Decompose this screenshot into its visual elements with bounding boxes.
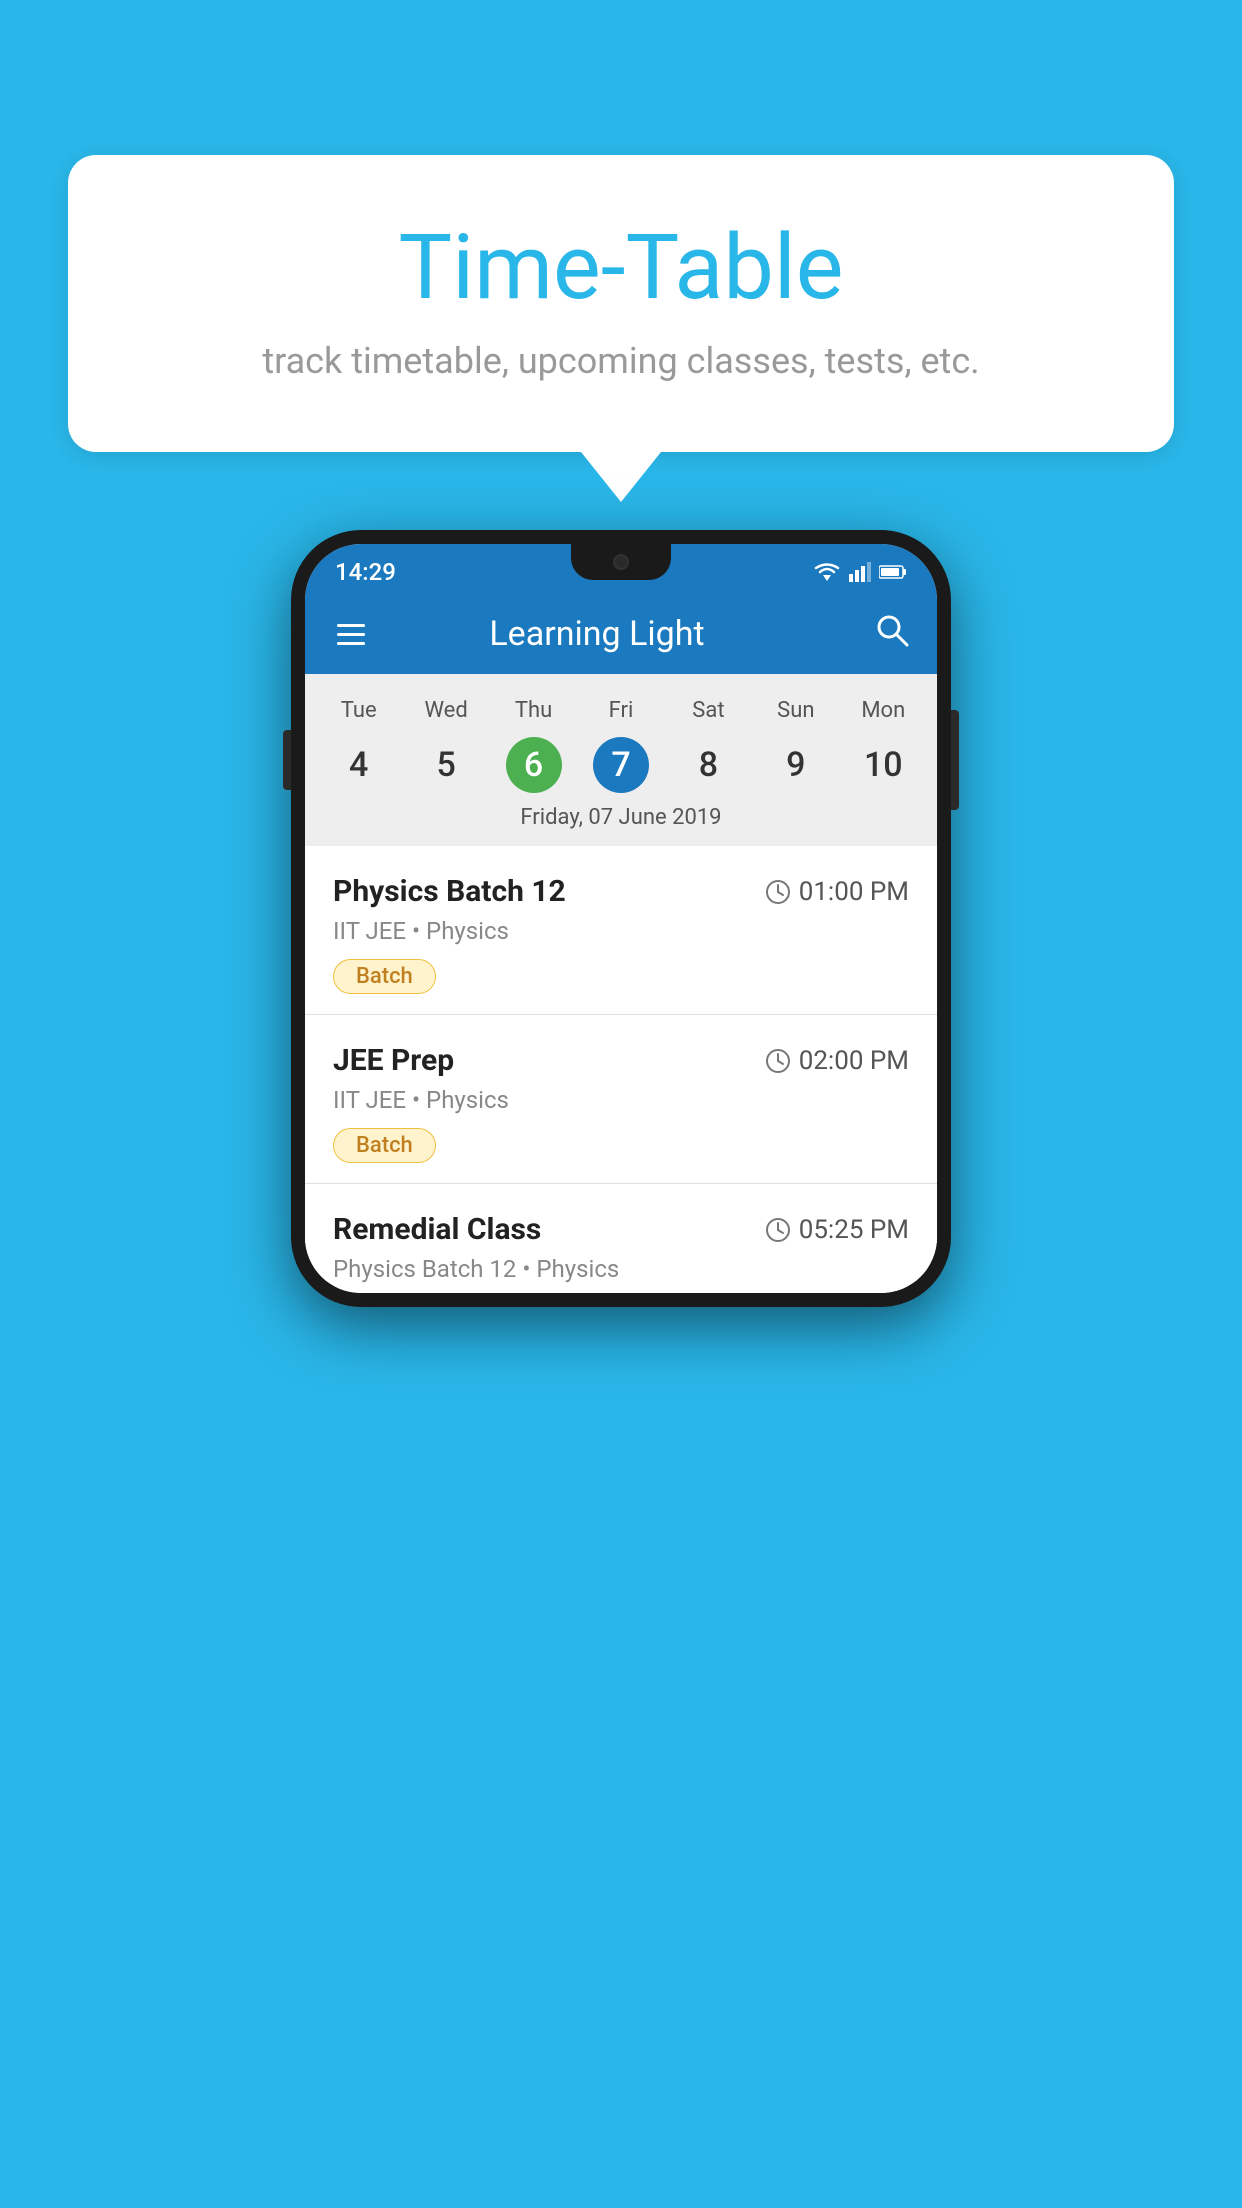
signal-icon <box>849 562 871 582</box>
class-item-remedial[interactable]: Remedial Class 05:25 PM Physics Batch 12… <box>305 1184 937 1293</box>
status-icons <box>813 561 907 583</box>
clock-icon-2 <box>765 1048 791 1074</box>
batch-badge-1: Batch <box>333 959 436 994</box>
class-time-2: 02:00 PM <box>765 1046 909 1076</box>
class-time-1: 01:00 PM <box>765 877 909 907</box>
date-cell-8[interactable]: 8 <box>665 735 752 795</box>
speech-bubble-section: Time-Table track timetable, upcoming cla… <box>68 155 1174 502</box>
speech-bubble-arrow <box>581 452 661 502</box>
class-name-3: Remedial Class <box>333 1212 541 1247</box>
day-label-tue: Tue <box>315 690 402 731</box>
search-icon[interactable] <box>875 613 909 655</box>
class-subject-1: IIT JEE • Physics <box>333 917 909 945</box>
day-label-thu: Thu <box>490 690 577 731</box>
status-time: 14:29 <box>335 558 396 586</box>
day-label-wed: Wed <box>402 690 489 731</box>
day-label-mon: Mon <box>840 690 927 731</box>
clock-icon-3 <box>765 1217 791 1243</box>
phone-screen: 14:29 <box>305 544 937 1293</box>
day-label-fri: Fri <box>577 690 664 731</box>
battery-icon <box>879 564 907 580</box>
app-bar: Learning Light <box>305 594 937 674</box>
calendar-section: Tue Wed Thu Fri Sat Sun Mon 4 5 <box>305 674 937 846</box>
app-title: Learning Light <box>389 614 805 654</box>
batch-badge-2: Batch <box>333 1128 436 1163</box>
clock-icon-1 <box>765 879 791 905</box>
menu-icon[interactable] <box>333 620 369 649</box>
day-label-sat: Sat <box>665 690 752 731</box>
selected-date-label: Friday, 07 June 2019 <box>305 795 937 846</box>
classes-list: Physics Batch 12 01:00 PM IIT JEE • Phys… <box>305 846 937 1293</box>
date-cell-6[interactable]: 6 <box>490 735 577 795</box>
bubble-subtitle: track timetable, upcoming classes, tests… <box>148 340 1094 382</box>
class-item-jee-prep[interactable]: JEE Prep 02:00 PM IIT JEE • Physics Batc… <box>305 1015 937 1184</box>
date-cell-10[interactable]: 10 <box>840 735 927 795</box>
phone-outer-shell: 14:29 <box>291 530 951 1307</box>
phone-camera <box>613 554 629 570</box>
date-cell-5[interactable]: 5 <box>402 735 489 795</box>
date-cell-4[interactable]: 4 <box>315 735 402 795</box>
class-name-1: Physics Batch 12 <box>333 874 566 909</box>
day-label-sun: Sun <box>752 690 839 731</box>
class-time-3: 05:25 PM <box>765 1215 909 1245</box>
phone-notch <box>571 544 671 580</box>
dates-row: 4 5 6 7 8 9 <box>305 735 937 795</box>
class-subject-3: Physics Batch 12 • Physics <box>333 1255 909 1283</box>
date-cell-7[interactable]: 7 <box>577 735 664 795</box>
class-item-physics-batch[interactable]: Physics Batch 12 01:00 PM IIT JEE • Phys… <box>305 846 937 1015</box>
class-subject-2: IIT JEE • Physics <box>333 1086 909 1114</box>
days-header: Tue Wed Thu Fri Sat Sun Mon <box>305 690 937 731</box>
class-name-2: JEE Prep <box>333 1043 454 1078</box>
speech-bubble-card: Time-Table track timetable, upcoming cla… <box>68 155 1174 452</box>
phone-device: 14:29 <box>291 530 951 1307</box>
bubble-title: Time-Table <box>148 215 1094 320</box>
wifi-icon <box>813 561 841 583</box>
date-cell-9[interactable]: 9 <box>752 735 839 795</box>
